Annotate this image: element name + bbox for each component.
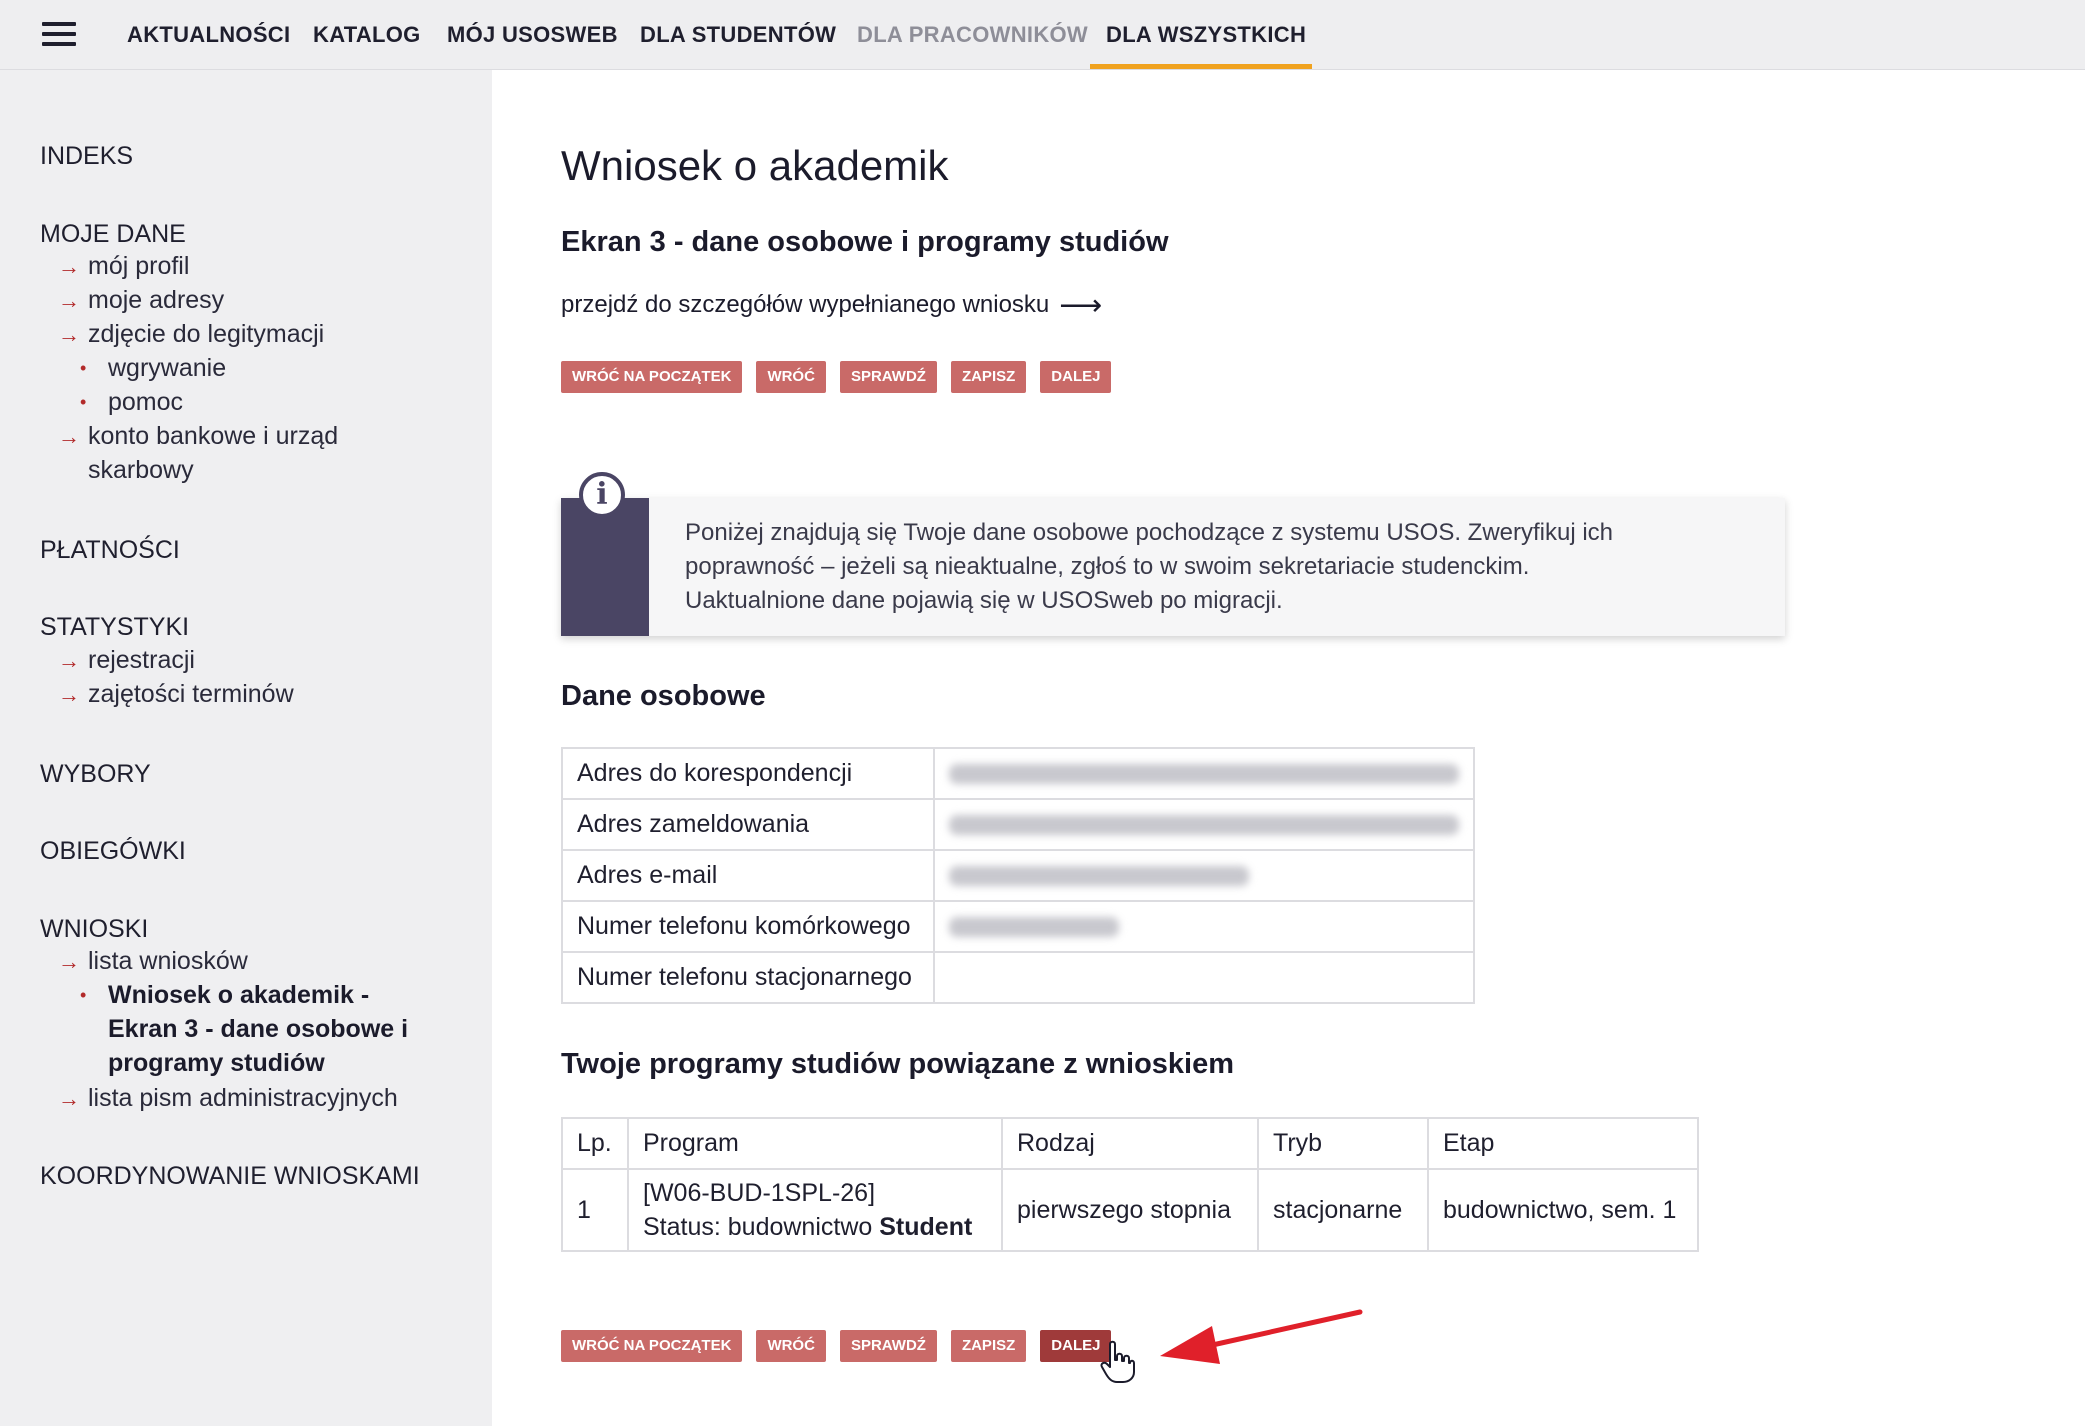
nav-dla-pracownikow[interactable]: DLA PRACOWNIKÓW: [857, 22, 1088, 48]
column-header: Lp.: [561, 1117, 629, 1170]
table-row: Adres zameldowania: [561, 798, 1475, 851]
back-button[interactable]: WRÓĆ: [756, 1330, 826, 1362]
redacted-value: [933, 747, 1475, 800]
nav-dla-studentow[interactable]: DLA STUDENTÓW: [640, 22, 836, 48]
sidebar-section-wybory[interactable]: WYBORY: [40, 760, 151, 789]
programs-heading: Twoje programy studiów powiązane z wnios…: [561, 1048, 1235, 1080]
sidebar-subitem-pomoc[interactable]: • pomoc: [80, 385, 183, 419]
nav-moj-usosweb[interactable]: MÓJ USOSWEB: [447, 22, 618, 48]
sidebar-item-zajetosci[interactable]: → zajętości terminów: [58, 677, 294, 712]
nav-katalog[interactable]: KATALOG: [313, 22, 421, 48]
hamburger-menu-icon[interactable]: [42, 22, 76, 46]
sidebar-item-lista-wnioskow[interactable]: → lista wniosków: [58, 944, 248, 979]
column-header: Rodzaj: [1001, 1117, 1259, 1170]
sidebar-item-rejestracji[interactable]: → rejestracji: [58, 643, 195, 678]
next-button[interactable]: DALEJ: [1040, 361, 1112, 393]
info-icon: i: [579, 472, 625, 518]
cell-tryb: stacjonarne: [1257, 1168, 1429, 1252]
sidebar-section-wnioski[interactable]: WNIOSKI: [40, 915, 148, 944]
table-row: Adres e-mail: [561, 849, 1475, 902]
screen-subtitle: Ekran 3 - dane osobowe i programy studió…: [561, 226, 1169, 258]
table-row: Adres do korespondencji: [561, 747, 1475, 800]
sidebar-item-lista-pism[interactable]: → lista pism administracyjnych: [58, 1081, 398, 1116]
sidebar-item-moje-adresy[interactable]: → moje adresy: [58, 283, 224, 318]
save-button[interactable]: ZAPISZ: [950, 361, 1027, 393]
bullet-icon: •: [80, 358, 87, 378]
arrow-right-icon: →: [58, 254, 80, 279]
start-over-button[interactable]: WRÓĆ NA POCZĄTEK: [561, 1330, 743, 1362]
programs-table: Lp. Program Rodzaj Tryb Etap 1 [W06-BUD-…: [561, 1117, 1699, 1252]
nav-aktualnosci[interactable]: AKTUALNOŚCI: [127, 22, 290, 48]
personal-data-table: Adres do korespondencji Adres zameldowan…: [561, 747, 1475, 1004]
annotation-arrow-icon: [1160, 1309, 1363, 1364]
redacted-value: [933, 900, 1475, 953]
sidebar-section-indeks[interactable]: INDEKS: [40, 142, 133, 171]
hand-cursor-icon: [1100, 1340, 1135, 1383]
cell-program: [W06-BUD-1SPL-26] Status: budownictwo Stu…: [627, 1168, 1003, 1252]
arrow-right-icon: →: [58, 288, 80, 313]
arrow-right-icon: →: [58, 322, 80, 347]
arrow-right-icon: →: [58, 682, 80, 707]
info-text: Poniżej znajdują się Twoje dane osobowe …: [685, 519, 1614, 614]
sidebar-item-moj-profil[interactable]: → mój profil: [58, 249, 189, 284]
table-header-row: Lp. Program Rodzaj Tryb Etap: [561, 1117, 1699, 1170]
nav-dla-wszystkich[interactable]: DLA WSZYSTKICH: [1106, 22, 1306, 48]
arrow-right-icon: →: [58, 949, 80, 974]
column-header: Program: [627, 1117, 1003, 1170]
cell-lp: 1: [561, 1168, 629, 1252]
active-tab-underline: [1090, 64, 1312, 69]
column-header: Tryb: [1257, 1117, 1429, 1170]
bullet-icon: •: [80, 985, 87, 1005]
table-row: 1 [W06-BUD-1SPL-26] Status: budownictwo S…: [561, 1168, 1699, 1252]
sidebar-section-koordynowanie[interactable]: KOORDYNOWANIE WNIOSKAMI: [40, 1162, 420, 1191]
sidebar-subitem-active-wniosek[interactable]: • Wniosek o akademik - Ekran 3 - dane osob…: [80, 978, 408, 1080]
redacted-value: [933, 798, 1475, 851]
top-button-row: WRÓĆ NA POCZĄTEK WRÓĆ SPRAWDŹ ZAPISZ DALEJ: [561, 361, 1125, 393]
check-button[interactable]: SPRAWDŹ: [839, 361, 937, 393]
page-title: Wniosek o akademik: [561, 142, 949, 189]
check-button[interactable]: SPRAWDŹ: [839, 1330, 937, 1362]
sidebar-item-konto-bankowe[interactable]: → konto bankowe i urząd skarbowy: [58, 419, 338, 487]
bullet-icon: •: [80, 392, 87, 412]
bottom-button-row: WRÓĆ NA POCZĄTEK WRÓĆ SPRAWDŹ ZAPISZ DALEJ: [561, 1330, 1125, 1362]
arrow-right-icon: →: [58, 424, 80, 449]
arrow-right-icon: →: [58, 648, 80, 673]
info-strip: [561, 498, 649, 636]
row-label: Numer telefonu stacjonarnego: [561, 951, 935, 1004]
long-arrow-right-icon: ⟶: [1059, 289, 1103, 322]
sidebar: INDEKS MOJE DANE → mój profil → moje adres…: [0, 70, 492, 1426]
table-row: Numer telefonu komórkowego: [561, 900, 1475, 953]
arrow-right-icon: →: [58, 1086, 80, 1111]
row-label: Adres e-mail: [561, 849, 935, 902]
cell-rodzaj: pierwszego stopnia: [1001, 1168, 1259, 1252]
personal-data-heading: Dane osobowe: [561, 680, 766, 712]
sidebar-section-platnosci[interactable]: PŁATNOŚCI: [40, 536, 180, 565]
info-box: i Poniżej znajdują się Twoje dane osobow…: [561, 472, 1785, 636]
column-header: Etap: [1427, 1117, 1699, 1170]
start-over-button[interactable]: WRÓĆ NA POCZĄTEK: [561, 361, 743, 393]
top-navigation: AKTUALNOŚCI KATALOG MÓJ USOSWEB DLA STUD…: [0, 0, 2085, 70]
cell-etap: budownictwo, sem. 1: [1427, 1168, 1699, 1252]
row-label: Numer telefonu komórkowego: [561, 900, 935, 953]
back-button[interactable]: WRÓĆ: [756, 361, 826, 393]
row-label: Adres do korespondencji: [561, 747, 935, 800]
row-label: Adres zameldowania: [561, 798, 935, 851]
sidebar-section-obiegowki[interactable]: OBIEGÓWKI: [40, 837, 186, 866]
save-button[interactable]: ZAPISZ: [950, 1330, 1027, 1362]
sidebar-subitem-wgrywanie[interactable]: • wgrywanie: [80, 351, 226, 385]
sidebar-item-zdjecie[interactable]: → zdjęcie do legitymacji: [58, 317, 324, 352]
sidebar-section-moje-dane[interactable]: MOJE DANE: [40, 220, 186, 249]
redacted-value: [933, 849, 1475, 902]
empty-value: [933, 951, 1475, 1004]
table-row: Numer telefonu stacjonarnego: [561, 951, 1475, 1004]
detail-link[interactable]: przejdź do szczegółów wypełnianego wnios…: [561, 288, 1102, 323]
sidebar-section-statystyki[interactable]: STATYSTYKI: [40, 613, 189, 642]
